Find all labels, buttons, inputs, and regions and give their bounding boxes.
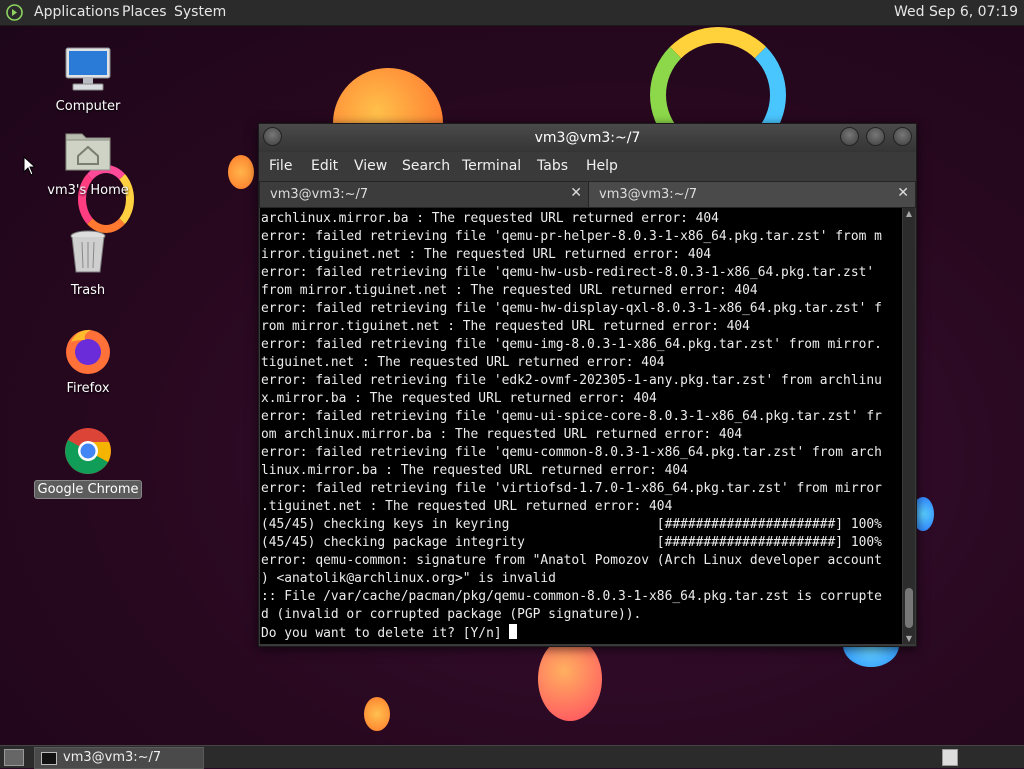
computer-icon bbox=[65, 47, 111, 91]
desktop-icon-label: vm3's Home bbox=[47, 183, 129, 198]
mouse-pointer-icon bbox=[23, 156, 35, 176]
terminal-line: .tiguinet.net : The requested URL return… bbox=[261, 499, 673, 514]
terminal-line: irror.tiguinet.net : The requested URL r… bbox=[261, 247, 712, 262]
scrollbar[interactable]: ▲ ▼ bbox=[903, 208, 915, 644]
menu-search[interactable]: Search bbox=[402, 158, 450, 174]
menu-file[interactable]: File bbox=[269, 158, 292, 174]
top-panel: Applications Places System Wed Sep 6, 07… bbox=[0, 0, 1024, 26]
desktop-icon-label: Trash bbox=[70, 283, 106, 298]
terminal-line: archlinux.mirror.ba : The requested URL … bbox=[261, 211, 719, 226]
desktop-icon-home[interactable]: vm3's Home bbox=[33, 128, 143, 199]
applications-menu[interactable]: Applications bbox=[34, 4, 120, 20]
menu-edit[interactable]: Edit bbox=[311, 158, 338, 174]
terminal-line: om archlinux.mirror.ba : The requested U… bbox=[261, 427, 743, 442]
terminal-line: from mirror.tiguinet.net : The requested… bbox=[261, 283, 758, 298]
menu-view[interactable]: View bbox=[354, 158, 387, 174]
terminal-line: error: failed retrieving file 'qemu-ui-s… bbox=[261, 409, 882, 424]
trash-icon bbox=[70, 230, 106, 273]
terminal-line: error: failed retrieving file 'virtiofsd… bbox=[261, 481, 882, 496]
terminal-line: x.mirror.ba : The requested URL returned… bbox=[261, 391, 657, 406]
chrome-icon bbox=[65, 428, 111, 474]
tab-label: vm3@vm3:~/7 bbox=[270, 187, 369, 202]
terminal-line: error: failed retrieving file 'qemu-comm… bbox=[261, 445, 882, 460]
system-menu[interactable]: System bbox=[174, 4, 226, 20]
terminal-window[interactable]: vm3@vm3:~/7 File Edit View Search Termin… bbox=[258, 123, 917, 647]
terminal-output[interactable]: archlinux.mirror.ba : The requested URL … bbox=[260, 208, 902, 644]
terminal-line: d (invalid or corrupted package (PGP sig… bbox=[261, 607, 642, 622]
terminal-icon bbox=[41, 752, 57, 765]
distro-logo-icon[interactable] bbox=[6, 4, 23, 21]
home-folder-icon bbox=[65, 133, 111, 171]
bottom-panel: vm3@vm3:~/7 bbox=[0, 745, 1024, 769]
terminal-line: error: failed retrieving file 'qemu-hw-d… bbox=[261, 301, 882, 316]
desktop-icon-chrome[interactable]: Google Chrome bbox=[33, 426, 143, 499]
terminal-line: error: failed retrieving file 'edk2-ovmf… bbox=[261, 373, 882, 388]
terminal-line: ) <anatolik@archlinux.org>" is invalid bbox=[261, 571, 556, 586]
menubar: File Edit View Search Terminal Tabs Help bbox=[259, 152, 916, 181]
workspace-switcher[interactable] bbox=[942, 749, 958, 766]
terminal-line: error: failed retrieving file 'qemu-pr-h… bbox=[261, 229, 882, 244]
taskbar-item-terminal[interactable]: vm3@vm3:~/7 bbox=[34, 747, 204, 769]
tab-1[interactable]: vm3@vm3:~/7 ✕ bbox=[259, 181, 589, 208]
terminal-line: (45/45) checking package integrity [####… bbox=[261, 535, 882, 550]
terminal-text: archlinux.mirror.ba : The requested URL … bbox=[260, 208, 902, 643]
terminal-line: tiguinet.net : The requested URL returne… bbox=[261, 355, 665, 370]
tab-bar: vm3@vm3:~/7 ✕ vm3@vm3:~/7 ✕ bbox=[259, 181, 916, 208]
close-button[interactable] bbox=[893, 127, 912, 146]
places-menu[interactable]: Places bbox=[122, 4, 167, 20]
terminal-cursor bbox=[509, 624, 518, 639]
menu-tabs[interactable]: Tabs bbox=[537, 158, 568, 174]
show-desktop-icon[interactable] bbox=[4, 749, 24, 766]
scroll-down-icon[interactable]: ▼ bbox=[903, 634, 915, 643]
desktop-icon-trash[interactable]: Trash bbox=[33, 228, 143, 299]
terminal-line: rom mirror.tiguinet.net : The requested … bbox=[261, 319, 750, 334]
window-titlebar[interactable]: vm3@vm3:~/7 bbox=[259, 124, 916, 152]
maximize-button[interactable] bbox=[866, 127, 885, 146]
firefox-icon bbox=[66, 329, 110, 374]
terminal-line: error: failed retrieving file 'qemu-hw-u… bbox=[261, 265, 875, 280]
tab-2[interactable]: vm3@vm3:~/7 ✕ bbox=[588, 181, 916, 208]
menu-help[interactable]: Help bbox=[586, 158, 618, 174]
clock[interactable]: Wed Sep 6, 07:19 bbox=[894, 4, 1018, 20]
desktop-icon-label: Firefox bbox=[66, 381, 110, 396]
terminal-line: :: File /var/cache/pacman/pkg/qemu-commo… bbox=[261, 589, 882, 604]
desktop-icon-computer[interactable]: Computer bbox=[33, 44, 143, 115]
desktop-icon-label: Google Chrome bbox=[33, 480, 143, 499]
menu-terminal[interactable]: Terminal bbox=[462, 158, 521, 174]
desktop-icon-firefox[interactable]: Firefox bbox=[33, 326, 143, 397]
tab-label: vm3@vm3:~/7 bbox=[599, 187, 698, 202]
taskbar-item-label: vm3@vm3:~/7 bbox=[63, 750, 162, 765]
terminal-line: error: qemu-common: signature from "Anat… bbox=[261, 553, 882, 568]
scroll-up-icon[interactable]: ▲ bbox=[903, 209, 915, 218]
terminal-line: error: failed retrieving file 'qemu-img-… bbox=[261, 337, 882, 352]
terminal-line: linux.mirror.ba : The requested URL retu… bbox=[261, 463, 688, 478]
tab-close-icon[interactable]: ✕ bbox=[897, 185, 909, 201]
terminal-line: (45/45) checking keys in keyring [######… bbox=[261, 517, 882, 532]
minimize-button[interactable] bbox=[840, 127, 859, 146]
window-title: vm3@vm3:~/7 bbox=[534, 130, 641, 146]
terminal-line: Do you want to delete it? [Y/n] bbox=[261, 626, 510, 641]
desktop-icon-label: Computer bbox=[55, 99, 121, 114]
scrollbar-thumb[interactable] bbox=[905, 588, 913, 628]
tab-close-icon[interactable]: ✕ bbox=[570, 185, 582, 201]
